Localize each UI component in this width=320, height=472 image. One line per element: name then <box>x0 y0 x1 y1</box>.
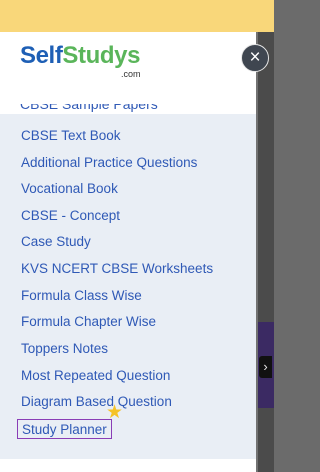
drawer-footer <box>0 459 256 472</box>
menu-item-cbse-text-book[interactable]: CBSE Text Book <box>21 127 121 145</box>
close-icon[interactable]: × <box>241 44 269 72</box>
menu-item-kvs-ncert-cbse-worksheets[interactable]: KVS NCERT CBSE Worksheets <box>21 260 213 278</box>
menu-item-vocational-book[interactable]: Vocational Book <box>21 180 118 198</box>
menu-item-case-study[interactable]: Case Study <box>21 233 91 251</box>
menu-item-formula-class-wise[interactable]: Formula Class Wise <box>21 287 142 305</box>
menu-item-toppers-notes[interactable]: Toppers Notes <box>21 340 108 358</box>
selfstudys-logo[interactable]: SelfStudys <box>20 42 140 70</box>
menu-item-study-planner[interactable]: Study Planner <box>17 419 112 439</box>
logo-studys: Studys <box>62 42 141 69</box>
menu-item-diagram-based-question[interactable]: Diagram Based Question <box>21 393 172 411</box>
menu-item-cut-off[interactable]: CBSE Sample Papers <box>20 104 220 114</box>
menu-item-cbse-concept[interactable]: CBSE - Concept <box>21 207 120 225</box>
menu-item-most-repeated-question[interactable]: Most Repeated Question <box>21 367 170 385</box>
logo-domain: .com <box>121 69 141 79</box>
star-icon: ★ <box>106 402 124 423</box>
menu-item-additional-practice-questions[interactable]: Additional Practice Questions <box>21 154 197 172</box>
menu-item-formula-chapter-wise[interactable]: Formula Chapter Wise <box>21 313 156 331</box>
logo-self: Self <box>20 42 63 69</box>
next-arrow-icon[interactable]: › <box>259 356 272 378</box>
side-drawer: SelfStudys .com CBSE Sample Papers CBSE … <box>0 0 256 472</box>
drawer-top-bar <box>0 0 256 32</box>
